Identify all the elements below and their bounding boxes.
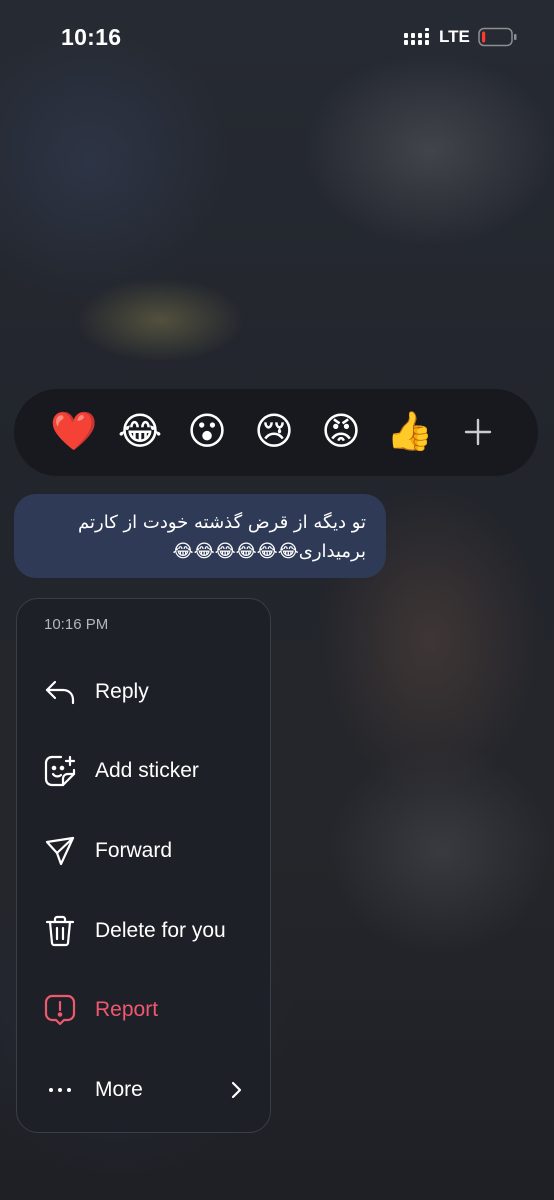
message-bubble[interactable]: تو دیگه از قرض گذشته خودت از کارتم برمید…: [14, 494, 386, 578]
status-bar: 10:16 LTE: [0, 0, 554, 74]
menu-item-label: Report: [95, 998, 159, 1021]
menu-item-delete-for-you[interactable]: Delete for you: [17, 896, 270, 966]
battery-icon: [478, 27, 518, 47]
menu-item-report[interactable]: Report: [17, 975, 270, 1045]
menu-item-label: Delete for you: [95, 919, 226, 942]
chevron-right-icon: [225, 1079, 247, 1101]
reaction-surprised[interactable]: 😮: [184, 409, 230, 455]
reaction-angry[interactable]: 😡: [318, 409, 364, 455]
context-menu: 10:16 PM Reply Add sticker Forward Delet…: [16, 598, 271, 1133]
send-icon: [43, 834, 77, 868]
menu-item-more[interactable]: More: [17, 1055, 270, 1125]
menu-item-reply[interactable]: Reply: [17, 657, 270, 727]
more-icon: [43, 1073, 77, 1107]
network-type: LTE: [439, 27, 470, 46]
reply-icon: [43, 675, 77, 709]
sticker-icon: [43, 754, 77, 788]
reaction-thumbs-up[interactable]: 👍: [386, 409, 433, 455]
plus-icon[interactable]: [455, 409, 501, 455]
menu-item-label: Add sticker: [95, 759, 199, 782]
menu-item-forward[interactable]: Forward: [17, 816, 270, 886]
menu-item-label: Reply: [95, 680, 149, 703]
status-time: 10:16: [61, 24, 122, 50]
reaction-bar: ❤️ 😂 😮 😢 😡 👍: [14, 389, 538, 476]
trash-icon: [43, 914, 77, 948]
reaction-crying[interactable]: 😢: [251, 409, 297, 455]
reaction-red-heart[interactable]: ❤️: [50, 409, 97, 455]
signal-icon: [404, 28, 434, 46]
menu-item-add-sticker[interactable]: Add sticker: [17, 736, 270, 806]
message-timestamp: 10:16 PM: [44, 616, 109, 633]
menu-item-label: More: [95, 1078, 143, 1101]
report-icon: [43, 993, 77, 1027]
menu-item-label: Forward: [95, 839, 173, 862]
reaction-tears-of-joy[interactable]: 😂: [117, 409, 163, 455]
